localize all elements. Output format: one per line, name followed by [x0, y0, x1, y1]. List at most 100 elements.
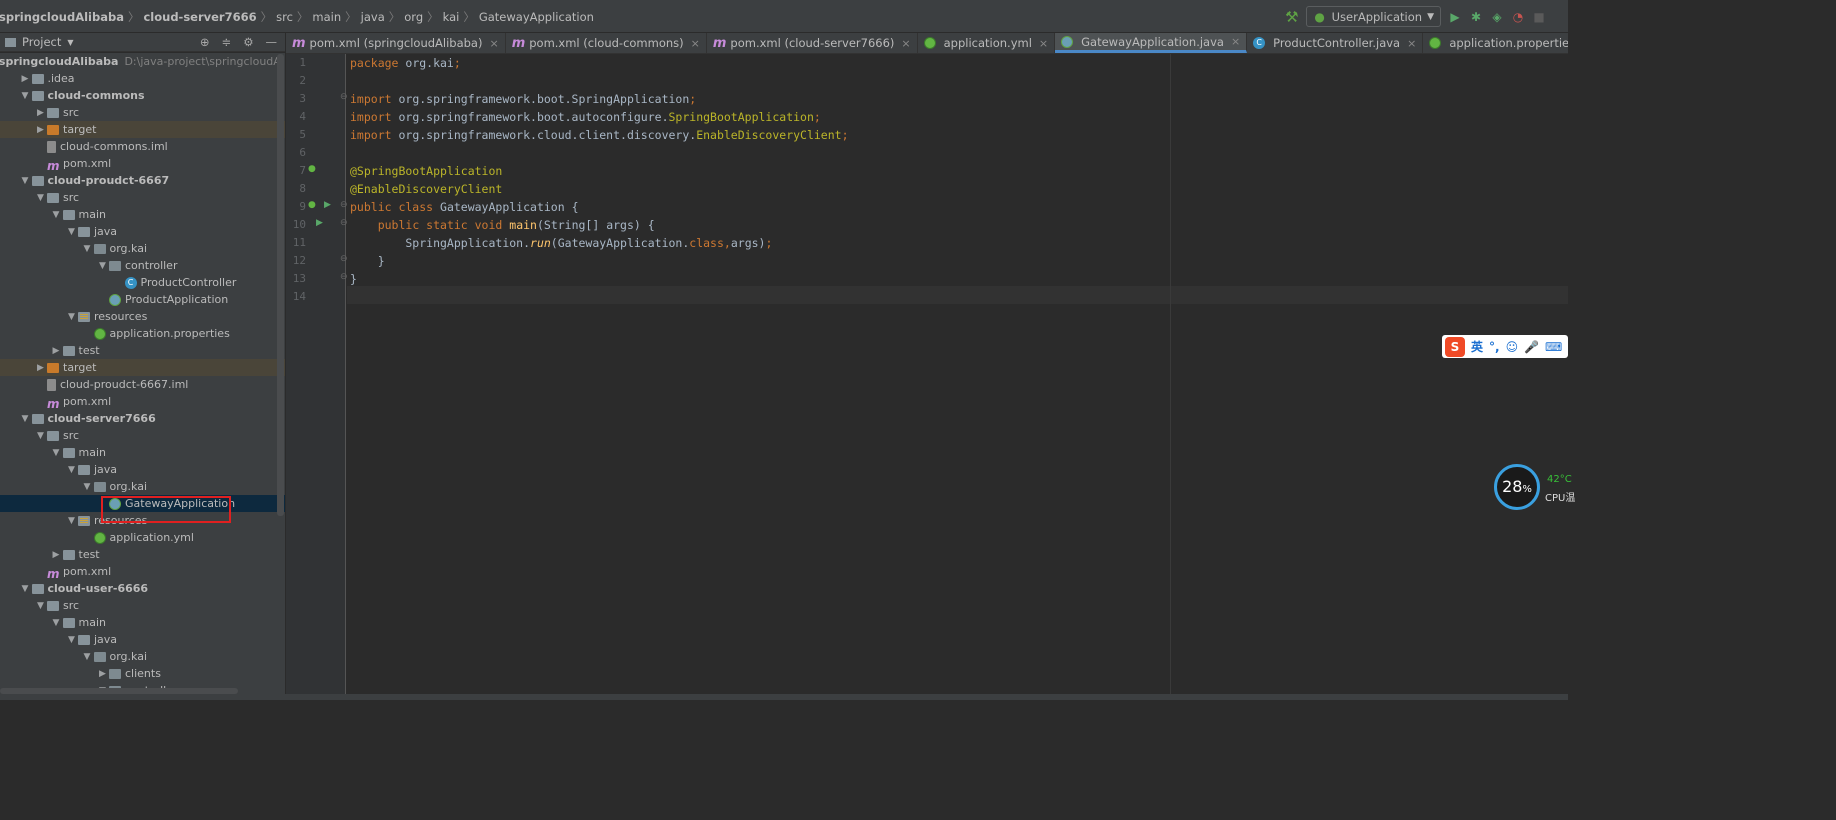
code-line[interactable]: import org.springframework.boot.autoconf…: [350, 108, 821, 126]
tree-item[interactable]: ▼ src: [0, 189, 285, 206]
editor-tab[interactable]: m pom.xml (cloud-server7666) ×: [707, 33, 918, 53]
ime-punctuation-toggle[interactable]: °,: [1489, 340, 1500, 354]
breadcrumb-item[interactable]: cloud-server7666: [140, 10, 259, 24]
tree-item[interactable]: ▼ main: [0, 206, 285, 223]
tree-item[interactable]: ▼ controller: [0, 257, 285, 274]
locate-icon[interactable]: ⊕: [200, 35, 210, 49]
tree-item[interactable]: ▶ src: [0, 104, 285, 121]
expanded-arrow-icon[interactable]: ▼: [34, 431, 47, 441]
tree-item[interactable]: ▶ target: [0, 359, 285, 376]
code-editor[interactable]: [347, 54, 1568, 700]
ime-language-toggle[interactable]: 英: [1471, 338, 1483, 355]
tree-item[interactable]: ▼ org.kai: [0, 240, 285, 257]
editor-tab[interactable]: m pom.xml (cloud-commons) ×: [506, 33, 707, 53]
run-configuration-select[interactable]: ● UserApplication ▼: [1305, 6, 1441, 27]
code-line[interactable]: import org.springframework.cloud.client.…: [350, 126, 849, 144]
build-hammer-icon[interactable]: ⚒: [1285, 8, 1298, 26]
code-line[interactable]: }: [350, 270, 357, 288]
breadcrumb-item[interactable]: GatewayApplication: [476, 10, 597, 24]
chevron-down-icon[interactable]: ▼: [67, 38, 73, 47]
tree-item[interactable]: ▼ cloud-commons: [0, 87, 285, 104]
profile-icon[interactable]: ◔: [1511, 10, 1525, 24]
expanded-arrow-icon[interactable]: ▼: [65, 635, 78, 645]
close-icon[interactable]: ×: [489, 37, 498, 50]
tree-item[interactable]: ▶ test: [0, 342, 285, 359]
run-icon[interactable]: ▶: [1448, 10, 1462, 24]
editor-tab[interactable]: m pom.xml (springcloudAlibaba) ×: [286, 33, 506, 53]
close-icon[interactable]: ×: [901, 37, 910, 50]
tree-item[interactable]: ▶ clients: [0, 665, 285, 682]
coverage-icon[interactable]: ◈: [1490, 10, 1504, 24]
tree-item[interactable]: application.yml: [0, 529, 285, 546]
tree-item[interactable]: ▼ main: [0, 444, 285, 461]
breadcrumb-item[interactable]: org: [401, 10, 426, 24]
expanded-arrow-icon[interactable]: ▼: [50, 210, 63, 220]
code-line[interactable]: SpringApplication.run(GatewayApplication…: [350, 234, 772, 252]
tree-item[interactable]: m pom.xml: [0, 393, 285, 411]
collapse-all-icon[interactable]: ≑: [222, 35, 232, 49]
expanded-arrow-icon[interactable]: ▼: [81, 652, 94, 662]
collapsed-arrow-icon[interactable]: ▶: [19, 74, 32, 84]
expanded-arrow-icon[interactable]: ▼: [19, 414, 32, 424]
expanded-arrow-icon[interactable]: ▼: [65, 465, 78, 475]
tree-item[interactable]: cloud-commons.iml: [0, 138, 285, 155]
ime-toolbar[interactable]: S 英 °, ☺ 🎤 ⌨: [1442, 335, 1568, 358]
breadcrumb-item[interactable]: src: [273, 10, 296, 24]
tree-item[interactable]: ▶ .idea: [0, 70, 285, 87]
stop-icon[interactable]: ■: [1532, 10, 1546, 24]
tree-item[interactable]: C ProductController: [0, 274, 285, 291]
debug-icon[interactable]: ✱: [1469, 10, 1483, 24]
tree-item[interactable]: ▼ org.kai: [0, 648, 285, 665]
tree-item[interactable]: ▼ java: [0, 461, 285, 478]
expanded-arrow-icon[interactable]: ▼: [19, 91, 32, 101]
tree-item[interactable]: ProductApplication: [0, 291, 285, 308]
breadcrumb-item[interactable]: main: [309, 10, 344, 24]
tree-item[interactable]: ▼ cloud-server7666: [0, 410, 285, 427]
editor-tab[interactable]: C ProductController.java ×: [1247, 33, 1424, 53]
run-method-icon[interactable]: ▶: [316, 218, 323, 228]
breadcrumb-item[interactable]: kai: [440, 10, 463, 24]
tree-item[interactable]: ▼ main: [0, 614, 285, 631]
keyboard-icon[interactable]: ⌨: [1545, 340, 1562, 354]
close-icon[interactable]: ×: [1231, 35, 1240, 48]
run-class-icon[interactable]: ▶: [324, 200, 331, 210]
collapsed-arrow-icon[interactable]: ▶: [50, 346, 63, 356]
expanded-arrow-icon[interactable]: ▼: [34, 601, 47, 611]
code-line[interactable]: public static void main(String[] args) {: [350, 216, 655, 234]
gear-icon[interactable]: ⚙: [243, 35, 253, 49]
tree-item[interactable]: ▼ java: [0, 223, 285, 240]
expanded-arrow-icon[interactable]: ▼: [19, 584, 32, 594]
spring-bean-icon[interactable]: ●: [308, 164, 316, 174]
tree-item[interactable]: ▼ java: [0, 631, 285, 648]
close-icon[interactable]: ×: [1039, 37, 1048, 50]
breadcrumb-item[interactable]: java: [358, 10, 388, 24]
breadcrumb-item[interactable]: springcloudAlibaba: [0, 10, 127, 24]
code-line[interactable]: @SpringBootApplication: [350, 162, 502, 180]
expanded-arrow-icon[interactable]: ▼: [65, 312, 78, 322]
tree-item[interactable]: ▼ cloud-proudct-6667: [0, 172, 285, 189]
tree-scrollbar[interactable]: [277, 54, 284, 516]
expanded-arrow-icon[interactable]: ▼: [34, 193, 47, 203]
expanded-arrow-icon[interactable]: ▼: [65, 516, 78, 526]
expanded-arrow-icon[interactable]: ▼: [65, 227, 78, 237]
emoji-icon[interactable]: ☺: [1506, 340, 1519, 354]
tree-item[interactable]: ▶ test: [0, 546, 285, 563]
expanded-arrow-icon[interactable]: ▼: [50, 448, 63, 458]
code-line[interactable]: import org.springframework.boot.SpringAp…: [350, 90, 696, 108]
collapsed-arrow-icon[interactable]: ▶: [34, 125, 47, 135]
tree-item[interactable]: ▼ src: [0, 427, 285, 444]
tree-item[interactable]: m pom.xml: [0, 563, 285, 581]
tree-item[interactable]: application.properties: [0, 325, 285, 342]
expanded-arrow-icon[interactable]: ▼: [81, 244, 94, 254]
collapsed-arrow-icon[interactable]: ▶: [34, 363, 47, 373]
code-line[interactable]: package org.kai;: [350, 54, 461, 72]
tree-item[interactable]: ▼ src: [0, 597, 285, 614]
editor-tab[interactable]: GatewayApplication.java ×: [1055, 33, 1248, 53]
tree-item[interactable]: ▶ target: [0, 121, 285, 138]
collapsed-arrow-icon[interactable]: ▶: [34, 108, 47, 118]
editor-tab[interactable]: application.properties×: [1423, 33, 1568, 53]
expanded-arrow-icon[interactable]: ▼: [50, 618, 63, 628]
tree-item[interactable]: m pom.xml: [0, 155, 285, 173]
tree-item[interactable]: ▼ resources: [0, 308, 285, 325]
tree-item[interactable]: ▼ org.kai: [0, 478, 285, 495]
